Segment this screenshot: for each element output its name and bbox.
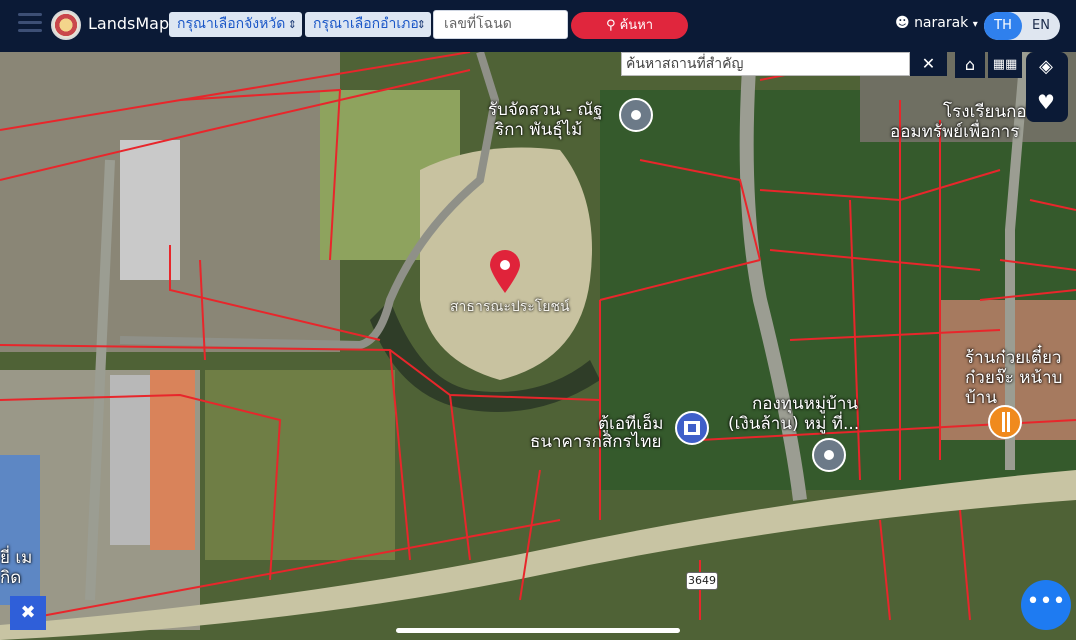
updown-chevron-icon: ⇕: [416, 18, 426, 31]
poi-label: ยี่ เม: [0, 548, 33, 568]
heart-icon[interactable]: ♥: [1032, 90, 1060, 116]
top-bar: LandsMaps กรุณาเลือกจังหวัด ⇕ กรุณาเลือก…: [0, 0, 1076, 52]
map-pin-icon: [619, 98, 653, 132]
district-select[interactable]: กรุณาเลือกอำเภอ ⇕: [305, 12, 431, 37]
updown-chevron-icon: ⇕: [287, 18, 297, 31]
province-select-label: กรุณาเลือกจังหวัด: [177, 16, 286, 32]
lang-en-button[interactable]: EN: [1022, 12, 1060, 40]
search-button-label: ค้นหา: [619, 18, 654, 33]
more-icon[interactable]: •••: [1021, 580, 1071, 630]
parcel-label: สาธารณะประโยชน์: [450, 299, 570, 315]
poi-label: ออมทรัพย์เพื่อการ: [890, 122, 1020, 142]
user-menu[interactable]: ☻ nararak ▾: [895, 15, 978, 31]
measure-icon[interactable]: ✖: [10, 596, 46, 630]
landsmaps-app: LandsMaps กรุณาเลือกจังหวัด ⇕ กรุณาเลือก…: [0, 0, 1076, 640]
app-title: LandsMaps: [88, 14, 178, 33]
bank-icon: [675, 411, 709, 445]
home-icon[interactable]: ⌂: [955, 52, 985, 78]
district-select-label: กรุณาเลือกอำเภอ: [313, 16, 419, 32]
map-pin-icon: [812, 438, 846, 472]
language-toggle: TH EN: [984, 12, 1060, 40]
poi-label: โรงเรียนกอ: [943, 102, 1027, 122]
poi-label: ก๋วยจ๊ะ หน้าบ: [965, 368, 1063, 388]
home-indicator: [396, 628, 680, 633]
grid-icon[interactable]: ▦▦: [988, 52, 1022, 78]
layers-icon[interactable]: ◈: [1032, 56, 1060, 82]
poi-label: ธนาคารกสิกรไทย: [530, 432, 662, 452]
deed-number-input[interactable]: เลขที่โฉนด: [433, 10, 568, 39]
close-icon[interactable]: ✕: [910, 52, 947, 76]
poi-label: บ้าน: [965, 388, 997, 408]
restaurant-icon: [988, 405, 1022, 439]
poi-label: ริกา พันธุ์ไม้: [495, 120, 583, 140]
poi-search-input[interactable]: ค้นหาสถานที่สำคัญ: [621, 52, 910, 76]
username: nararak: [914, 15, 969, 31]
search-button[interactable]: ⚲ ค้นหา: [571, 12, 688, 39]
poi-label: ตู้เอทีเอ็ม: [598, 414, 664, 434]
road-number-badge: 3649: [686, 572, 718, 590]
poi-label: กองทุนหมู่บ้าน: [752, 394, 859, 414]
lang-th-button[interactable]: TH: [984, 12, 1022, 40]
menu-icon[interactable]: [18, 13, 42, 33]
poi-label: ร้านก๋วยเตี๋ยว: [965, 348, 1062, 368]
poi-label: รับจัดสวน - ณัฐ: [488, 100, 603, 120]
poi-label: กิด: [0, 568, 22, 588]
satellite-map[interactable]: รับจัดสวน - ณัฐ ริกา พันธุ์ไม้ โรงเรียนก…: [0, 52, 1076, 640]
department-logo: [51, 10, 81, 40]
poi-label: (เงินล้าน) หมู่ ที่...: [728, 414, 860, 434]
search-icon: ⚲: [605, 18, 616, 33]
chevron-down-icon: ▾: [972, 19, 978, 30]
province-select[interactable]: กรุณาเลือกจังหวัด ⇕: [169, 12, 302, 37]
user-icon: ☻: [895, 15, 910, 31]
